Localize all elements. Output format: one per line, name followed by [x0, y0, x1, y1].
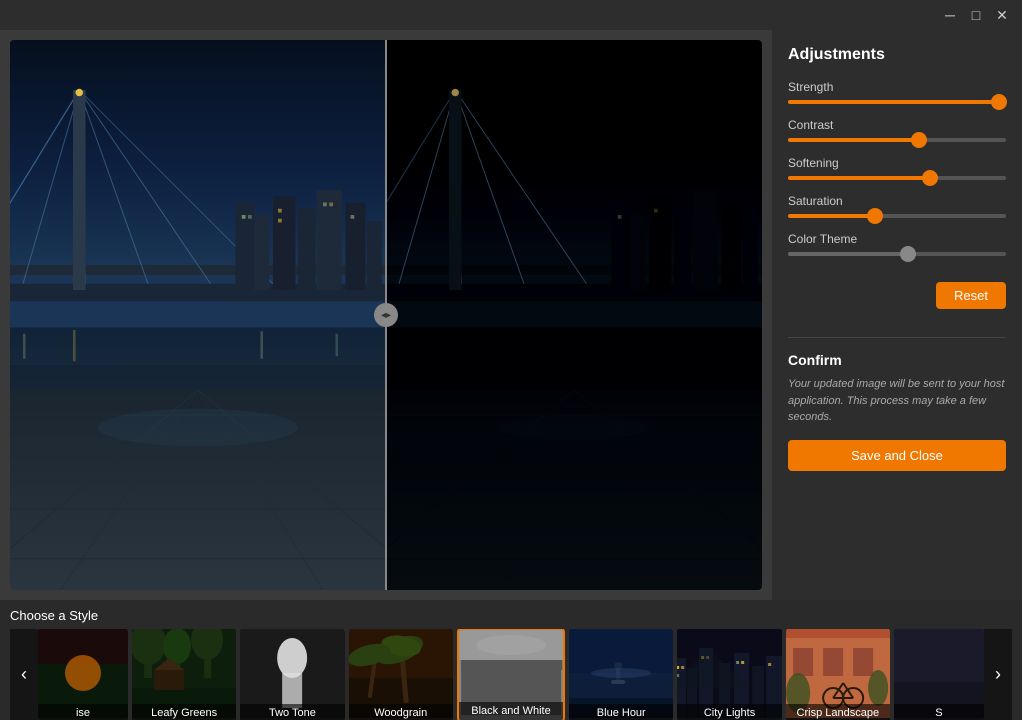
main-area: ◂▸ Adjustments Strength Contrast — [0, 30, 1022, 600]
style-item[interactable]: Woodgrain — [349, 629, 453, 720]
style-label: Woodgrain — [349, 704, 453, 720]
color-theme-slider[interactable] — [788, 252, 1006, 256]
strength-label: Strength — [788, 80, 1006, 94]
title-bar: ─ □ ✕ — [0, 0, 1022, 30]
maximize-button[interactable]: □ — [964, 3, 988, 27]
styles-prev-button[interactable]: ‹ — [10, 629, 38, 720]
style-item[interactable]: Two Tone — [240, 629, 344, 720]
softening-slider[interactable] — [788, 176, 1006, 180]
image-section: ◂▸ — [0, 30, 772, 600]
styles-list: ise — [38, 629, 984, 720]
image-canvas: ◂▸ — [10, 40, 762, 590]
contrast-label: Contrast — [788, 118, 1006, 132]
close-button[interactable]: ✕ — [990, 3, 1014, 27]
style-item[interactable]: S — [894, 629, 984, 720]
style-item[interactable]: City Lights — [677, 629, 781, 720]
confirm-section: Confirm Your updated image will be sent … — [788, 337, 1006, 471]
strength-slider[interactable] — [788, 100, 1006, 104]
styles-next-button[interactable]: › — [984, 629, 1012, 720]
style-item[interactable]: Crisp Landscape — [786, 629, 890, 720]
style-label: ise — [38, 704, 128, 720]
softening-group: Softening — [788, 156, 1006, 180]
main-window: ─ □ ✕ — [0, 0, 1022, 720]
saturation-group: Saturation — [788, 194, 1006, 218]
style-item[interactable]: Leafy Greens — [132, 629, 236, 720]
strength-group: Strength — [788, 80, 1006, 104]
style-label: Crisp Landscape — [786, 704, 890, 720]
confirm-title: Confirm — [788, 352, 1006, 368]
softening-label: Softening — [788, 156, 1006, 170]
style-item[interactable]: Blue Hour — [569, 629, 673, 720]
style-chooser-section: Choose a Style ‹ ise — [0, 600, 1022, 720]
adjustments-title: Adjustments — [788, 46, 1006, 64]
save-close-button[interactable]: Save and Close — [788, 440, 1006, 471]
style-item[interactable]: ise — [38, 629, 128, 720]
color-theme-group: Color Theme — [788, 232, 1006, 256]
choose-style-label: Choose a Style — [10, 608, 1012, 623]
style-label: Blue Hour — [569, 704, 673, 720]
confirm-description: Your updated image will be sent to your … — [788, 376, 1006, 426]
contrast-slider[interactable] — [788, 138, 1006, 142]
saturation-label: Saturation — [788, 194, 1006, 208]
contrast-group: Contrast — [788, 118, 1006, 142]
minimize-button[interactable]: ─ — [938, 3, 962, 27]
style-label: S — [894, 704, 984, 720]
adjustments-panel: Adjustments Strength Contrast Softeni — [772, 30, 1022, 600]
reset-button[interactable]: Reset — [936, 282, 1006, 309]
saturation-slider[interactable] — [788, 214, 1006, 218]
style-label: City Lights — [677, 704, 781, 720]
style-label: Two Tone — [240, 704, 344, 720]
style-label: Leafy Greens — [132, 704, 236, 720]
style-label: Black and White — [459, 702, 563, 720]
image-right — [386, 40, 762, 590]
image-preview: ◂▸ — [10, 40, 762, 590]
image-left — [10, 40, 386, 590]
color-theme-label: Color Theme — [788, 232, 1006, 246]
style-item-black-and-white[interactable]: Black and White — [457, 629, 565, 720]
split-handle[interactable]: ◂▸ — [374, 303, 398, 327]
styles-row: ‹ ise — [10, 629, 1012, 720]
